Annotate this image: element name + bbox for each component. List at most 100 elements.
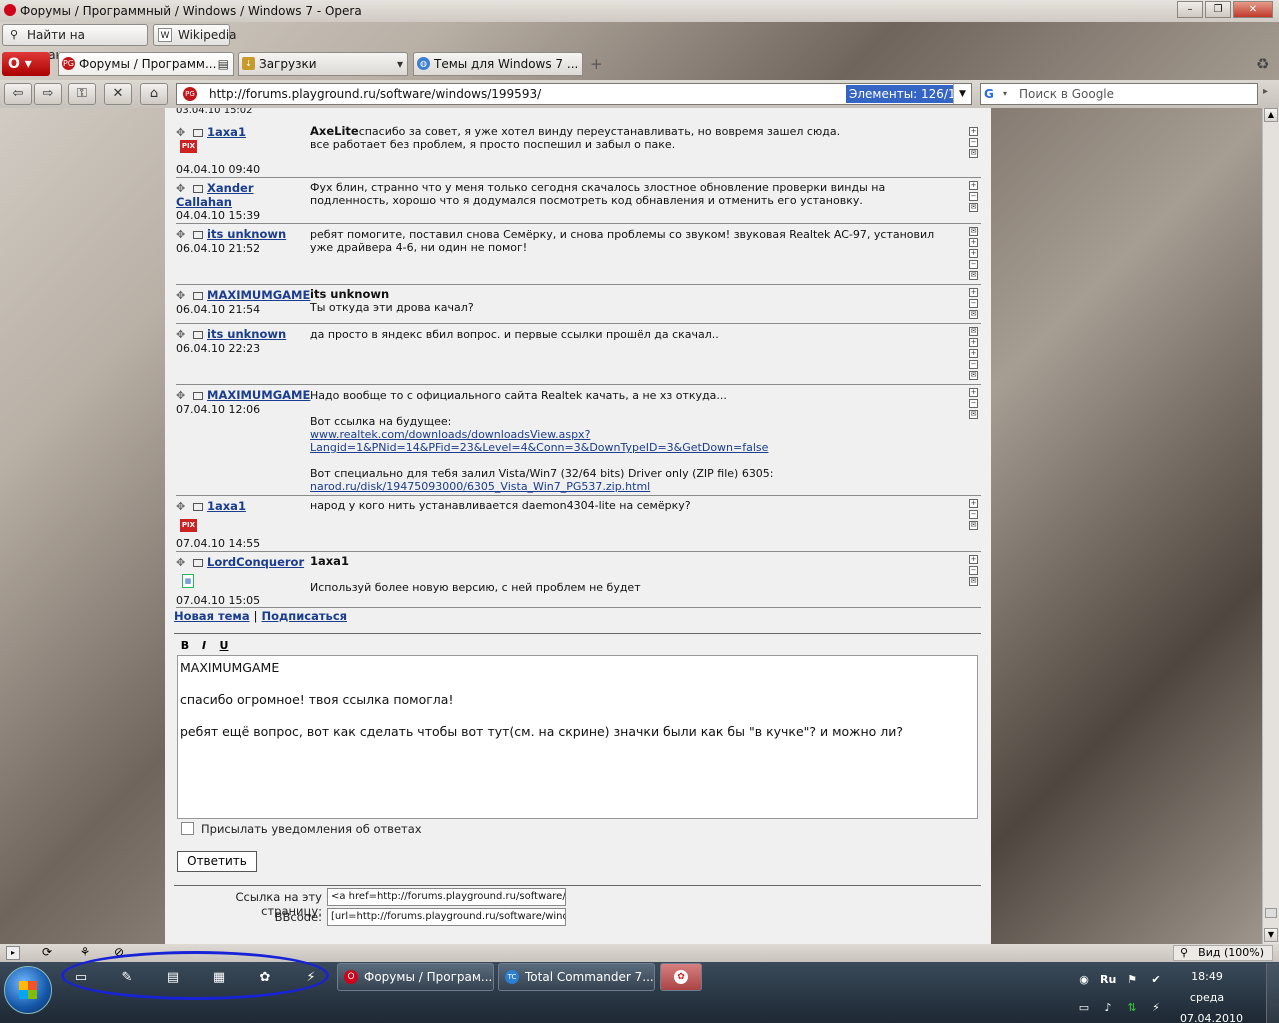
message-icon[interactable] <box>193 185 203 193</box>
message-icon[interactable] <box>193 231 203 239</box>
language-indicator[interactable]: Ru <box>1100 972 1116 988</box>
rating-icon[interactable]: ✥ <box>176 390 188 402</box>
underline-button[interactable]: U <box>217 639 231 653</box>
action-center-icon[interactable]: ▭ <box>1076 1000 1092 1016</box>
expand-icon[interactable]: + <box>969 288 978 297</box>
rating-icon[interactable]: ✥ <box>176 329 188 341</box>
google-search-input[interactable]: G ▾ Поиск в Google <box>980 83 1258 105</box>
message-icon[interactable] <box>193 559 203 567</box>
expand-icon[interactable]: + <box>969 249 978 258</box>
post-author[interactable]: MAXIMUMGAME <box>207 388 310 402</box>
rating-icon[interactable]: ✥ <box>176 501 188 513</box>
search-go-icon[interactable]: ▸ <box>1263 86 1268 97</box>
expand-icon[interactable]: + <box>969 388 978 397</box>
expand-icon[interactable]: + <box>969 499 978 508</box>
edit-icon[interactable]: + <box>969 238 978 247</box>
address-bar[interactable]: PG http://forums.playground.ru/software/… <box>176 83 972 105</box>
message-icon[interactable] <box>193 129 203 137</box>
network-wireless-icon[interactable]: ◉ <box>1076 972 1092 988</box>
quote-icon[interactable]: ✉ <box>969 227 978 236</box>
stop-button[interactable]: ✕ <box>104 83 132 105</box>
reply-icon[interactable]: ✉ <box>969 149 978 158</box>
message-icon[interactable] <box>193 331 203 339</box>
tab-dropdown-icon[interactable]: ▾ <box>397 53 403 75</box>
close-button[interactable]: ✕ <box>1233 1 1273 18</box>
rating-icon[interactable]: ✥ <box>176 229 188 241</box>
post-author[interactable]: 1axa1 <box>207 499 246 513</box>
network-activity-icon[interactable]: ⇅ <box>1124 1000 1140 1016</box>
bold-button[interactable]: B <box>178 639 192 653</box>
message-icon[interactable] <box>193 503 203 511</box>
post-author[interactable]: Xander <box>207 181 254 195</box>
collapse-icon[interactable]: − <box>969 566 978 575</box>
rating-icon[interactable]: ✥ <box>176 290 188 302</box>
search-engine-dropdown-icon[interactable]: ▾ <box>1003 84 1007 104</box>
power-icon[interactable]: ⚡ <box>1148 1000 1164 1016</box>
scroll-down-icon[interactable]: ▼ <box>1264 928 1278 942</box>
sync-icon[interactable]: ⟳ <box>40 946 54 960</box>
subscribe-link[interactable]: Подписаться <box>261 609 347 623</box>
collapse-icon[interactable]: − <box>969 260 978 269</box>
opera-menu-button[interactable]: O ▾ <box>2 52 50 76</box>
post-link[interactable]: www.realtek.com/downloads/downloadsView.… <box>310 428 590 441</box>
minimize-button[interactable]: – <box>1177 1 1203 18</box>
bookmark-wikipedia[interactable]: W Wikipedia <box>153 24 237 46</box>
reply-icon[interactable]: ✉ <box>969 371 978 380</box>
reply-button[interactable]: Ответить <box>177 851 257 872</box>
notify-checkbox[interactable] <box>181 822 194 835</box>
collapse-icon[interactable]: − <box>969 138 978 147</box>
taskbar-item-app[interactable]: ✿ <box>660 963 702 991</box>
security-flag-icon[interactable]: ⚑ <box>1124 972 1140 988</box>
post-author[interactable]: 1axa1 <box>207 125 246 139</box>
show-desktop-button[interactable] <box>1266 963 1279 1023</box>
rating-icon[interactable]: ✥ <box>176 127 188 139</box>
quote-icon[interactable]: ✉ <box>969 327 978 336</box>
tab-forums[interactable]: PG Форумы / Программ... ▤ <box>58 52 234 76</box>
scroll-thumb[interactable] <box>1265 908 1277 918</box>
collapse-icon[interactable]: − <box>969 192 978 201</box>
page-link-field[interactable]: <a href=http://forums.playground.ru/soft… <box>327 888 566 906</box>
checklist-icon[interactable]: ✔ <box>1148 972 1164 988</box>
address-dropdown-icon[interactable]: ▼ <box>953 84 971 104</box>
expand-icon[interactable]: + <box>969 555 978 564</box>
message-icon[interactable] <box>193 292 203 300</box>
italic-button[interactable]: I <box>197 639 211 653</box>
volume-icon[interactable]: ♪ <box>1100 1000 1116 1016</box>
zoom-control[interactable]: ⚲ Вид (100%) <box>1173 945 1273 961</box>
post-link[interactable]: narod.ru/disk/19475093000/6305_Vista_Win… <box>310 480 650 493</box>
collapse-icon[interactable]: − <box>969 399 978 408</box>
scroll-up-icon[interactable]: ▲ <box>1264 108 1278 122</box>
collapse-icon[interactable]: − <box>969 360 978 369</box>
taskbar-item-opera[interactable]: O Форумы / Програм... <box>337 963 494 991</box>
rating-icon[interactable]: ✥ <box>176 183 188 195</box>
new-topic-link[interactable]: Новая тема <box>174 609 250 623</box>
reply-icon[interactable]: ✉ <box>969 410 978 419</box>
edit-icon[interactable]: + <box>969 338 978 347</box>
reply-icon[interactable]: ✉ <box>969 310 978 319</box>
reply-icon[interactable]: ✉ <box>969 271 978 280</box>
post-author[interactable]: its unknown <box>207 227 286 241</box>
system-clock[interactable]: 18:49 среда 07.04.2010 <box>1180 966 1243 1023</box>
collapse-icon[interactable]: − <box>969 510 978 519</box>
post-author-line2[interactable]: Callahan <box>176 195 232 209</box>
vertical-scrollbar[interactable]: ▲ ▼ <box>1262 108 1279 944</box>
home-button[interactable]: ⌂ <box>140 83 168 105</box>
new-tab-button[interactable]: + <box>590 55 603 73</box>
reply-icon[interactable]: ✉ <box>969 203 978 212</box>
taskbar-item-total-commander[interactable]: TC Total Commander 7.... <box>498 963 655 991</box>
rating-icon[interactable]: ✥ <box>176 557 188 569</box>
forward-button[interactable]: ⇨ <box>34 83 62 105</box>
collapse-icon[interactable]: − <box>969 299 978 308</box>
maximize-button[interactable]: ❐ <box>1205 1 1231 18</box>
post-link-continued[interactable]: Langid=1&PNid=14&PFid=23&Level=4&Conn=3&… <box>310 441 768 454</box>
reply-icon[interactable]: ✉ <box>969 577 978 586</box>
wand-button[interactable]: ⚿ <box>68 83 96 105</box>
reply-icon[interactable]: ✉ <box>969 521 978 530</box>
tab-themes[interactable]: ◍ Темы для Windows 7 ... <box>413 52 583 76</box>
unite-icon[interactable]: ⚘ <box>78 946 92 960</box>
expand-icon[interactable]: + <box>969 349 978 358</box>
post-author[interactable]: LordConqueror <box>207 555 304 569</box>
start-button[interactable] <box>4 966 52 1014</box>
bbcode-field[interactable]: [url=http://forums.playground.ru/softwar… <box>327 908 566 926</box>
expand-icon[interactable]: + <box>969 181 978 190</box>
